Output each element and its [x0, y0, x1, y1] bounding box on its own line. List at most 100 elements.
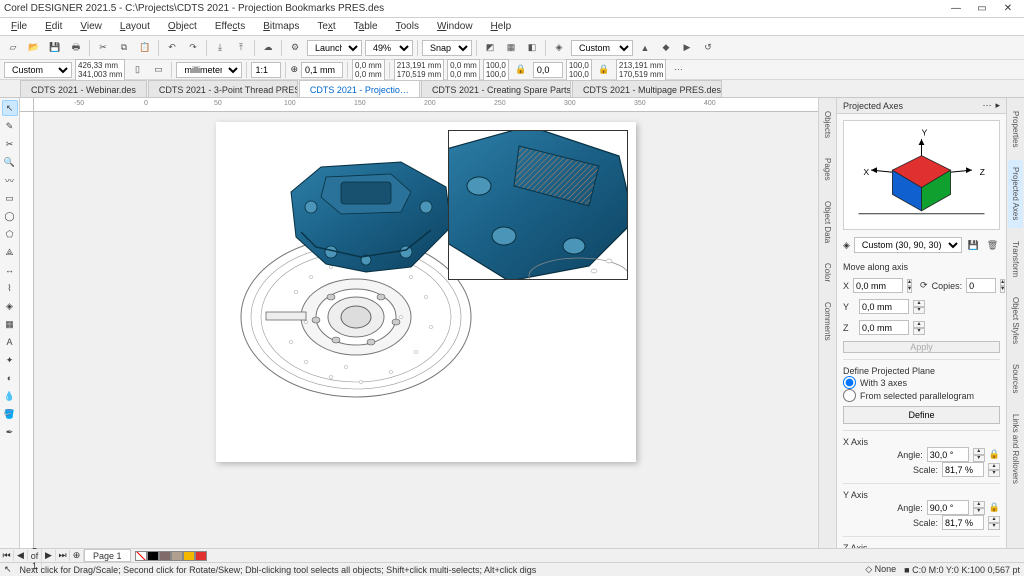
pick-tool-icon[interactable]: ↖ [2, 100, 18, 116]
lock-icon[interactable]: 🔒 [512, 61, 530, 79]
delete-preset-icon[interactable]: 🗑 [985, 236, 1000, 254]
duplicate-offset[interactable]: 0,0 mm 0,0 mm [352, 59, 385, 81]
doc-tab[interactable]: CDTS 2021 - 3-Point Thread PRES.des* [148, 80, 298, 97]
crop-tool-icon[interactable]: ✂ [2, 136, 18, 152]
menu-window[interactable]: Window [430, 20, 480, 33]
cut-icon[interactable]: ✂ [94, 39, 112, 57]
eyedropper-tool-icon[interactable]: 💧 [2, 388, 18, 404]
menu-view[interactable]: View [73, 20, 109, 33]
page-dimensions[interactable]: 426,33 mm 341,003 mm [75, 59, 125, 81]
save-icon[interactable]: 💾 [46, 39, 64, 57]
nudge-distance[interactable] [301, 62, 343, 78]
docker-tab-objects[interactable]: Objects [820, 104, 835, 145]
paste-icon[interactable]: 📋 [136, 39, 154, 57]
x-angle-input[interactable] [927, 447, 969, 462]
tool-a-icon[interactable]: ◩ [481, 39, 499, 57]
copies-input[interactable] [966, 278, 996, 293]
polygon-tool-icon[interactable]: ⬠ [2, 226, 18, 242]
menu-effects[interactable]: Effects [208, 20, 252, 33]
swatch[interactable] [183, 551, 195, 561]
units-dropdown[interactable]: millimeters [176, 62, 242, 78]
page-first-icon[interactable]: ⏮ [0, 550, 14, 561]
docker-tab-projected-axes[interactable]: Projected Axes [1008, 160, 1023, 227]
move-y-input[interactable] [859, 299, 909, 314]
menu-file[interactable]: File [4, 20, 34, 33]
landscape-icon[interactable]: ▭ [149, 61, 167, 79]
zoom-tool-icon[interactable]: 🔍 [2, 154, 18, 170]
table-tool-icon[interactable]: ▦ [2, 316, 18, 332]
rotate-icon[interactable]: ⟳ [920, 280, 928, 291]
menu-table[interactable]: Table [347, 20, 385, 33]
rotation-angle[interactable] [533, 62, 563, 78]
docker-tab-color[interactable]: Color [820, 256, 835, 289]
new-icon[interactable]: ▱ [4, 39, 22, 57]
menu-help[interactable]: Help [484, 20, 519, 33]
docker-tab-objectdata[interactable]: Object Data [820, 194, 835, 250]
zoom-level[interactable]: 49% [365, 40, 413, 56]
options-icon[interactable]: ⚙ [286, 39, 304, 57]
move-z-input[interactable] [859, 320, 909, 335]
lock-icon[interactable]: 🔒 [989, 502, 1000, 513]
proj-front-icon[interactable]: ◆ [657, 39, 675, 57]
snap-dropdown[interactable]: Snap ⌄ [422, 40, 472, 56]
export-icon[interactable]: ⤒ [232, 39, 250, 57]
apply-button[interactable]: Apply [843, 341, 1000, 353]
canvas-area[interactable]: -50 0 50 100 150 200 250 300 350 400 [20, 98, 818, 548]
undo-icon[interactable]: ↶ [163, 39, 181, 57]
page-add-icon[interactable]: ⊕ [70, 550, 84, 561]
spinner[interactable]: ▴▾ [913, 300, 925, 314]
drawing-page[interactable] [216, 122, 636, 462]
docker-collapse-icon[interactable]: ▸ [995, 100, 1000, 111]
maximize-button[interactable]: ▭ [970, 2, 994, 16]
axes-preview[interactable]: X Y Z [843, 120, 1000, 230]
rectangle-tool-icon[interactable]: ▭ [2, 190, 18, 206]
canvas-viewport[interactable] [34, 112, 818, 548]
ruler-origin[interactable] [20, 98, 34, 112]
launch-dropdown[interactable]: Launch [307, 40, 362, 56]
outline-tool-icon[interactable]: ✒ [2, 424, 18, 440]
swatch[interactable] [147, 551, 159, 561]
x-scale-input[interactable] [942, 462, 984, 477]
pos-values[interactable]: 213,191 mm 170,519 mm [616, 59, 666, 81]
page-prev-icon[interactable]: ◀ [14, 550, 28, 561]
scale-100b[interactable]: 100,0 100,0 [566, 59, 592, 81]
freehand-tool-icon[interactable]: 〰 [2, 172, 18, 188]
docker-tab-sources[interactable]: Sources [1008, 357, 1023, 400]
callout-tool-icon[interactable]: ⟁ [2, 244, 18, 260]
swatch[interactable] [159, 551, 171, 561]
import-icon[interactable]: ⤓ [211, 39, 229, 57]
menu-bitmaps[interactable]: Bitmaps [256, 20, 306, 33]
outline-indicator[interactable]: ■ C:0 M:0 Y:0 K:100 0,567 pt [904, 565, 1020, 575]
menu-object[interactable]: Object [161, 20, 204, 33]
proj-top-icon[interactable]: ▲ [636, 39, 654, 57]
print-icon[interactable]: 🖶 [67, 39, 85, 57]
radio-parallelogram[interactable] [843, 389, 856, 402]
projected-tool-icon[interactable]: ◈ [2, 298, 18, 314]
swatch-none[interactable] [135, 551, 147, 561]
ruler-horizontal[interactable]: -50 0 50 100 150 200 250 300 350 400 [34, 98, 818, 112]
page-next-icon[interactable]: ▶ [42, 550, 56, 561]
dimension-tool-icon[interactable]: ↔ [2, 262, 18, 278]
connector-tool-icon[interactable]: ⌇ [2, 280, 18, 296]
y-scale-input[interactable] [942, 515, 984, 530]
publish-icon[interactable]: ☁ [259, 39, 277, 57]
ruler-vertical[interactable] [20, 112, 34, 548]
gap-mm[interactable]: 0,0 mm 0,0 mm [447, 59, 480, 81]
effects-tool-icon[interactable]: ✦ [2, 352, 18, 368]
lock-icon-2[interactable]: 🔒 [595, 61, 613, 79]
y-angle-input[interactable] [927, 500, 969, 515]
spinner[interactable]: ▴▾ [913, 321, 925, 335]
move-x-input[interactable] [853, 278, 903, 293]
proj-undo-icon[interactable]: ↺ [699, 39, 717, 57]
doc-tab[interactable]: CDTS 2021 - Multipage PRES.des [572, 80, 722, 97]
docker-tab-links[interactable]: Links and Rollovers [1008, 407, 1023, 491]
proj-right-icon[interactable]: ▶ [678, 39, 696, 57]
projection-preset[interactable]: Custom (… [571, 40, 633, 56]
menu-tools[interactable]: Tools [389, 20, 426, 33]
extra-icon[interactable]: ⋯ [669, 61, 687, 79]
docker-tab-comments[interactable]: Comments [820, 295, 835, 348]
spinner[interactable]: ▴▾ [988, 463, 1000, 477]
define-button[interactable]: Define [843, 406, 1000, 424]
gap-values[interactable]: 213,191 mm 170,519 mm [394, 59, 444, 81]
transparency-tool-icon[interactable]: ◐ [2, 370, 18, 386]
